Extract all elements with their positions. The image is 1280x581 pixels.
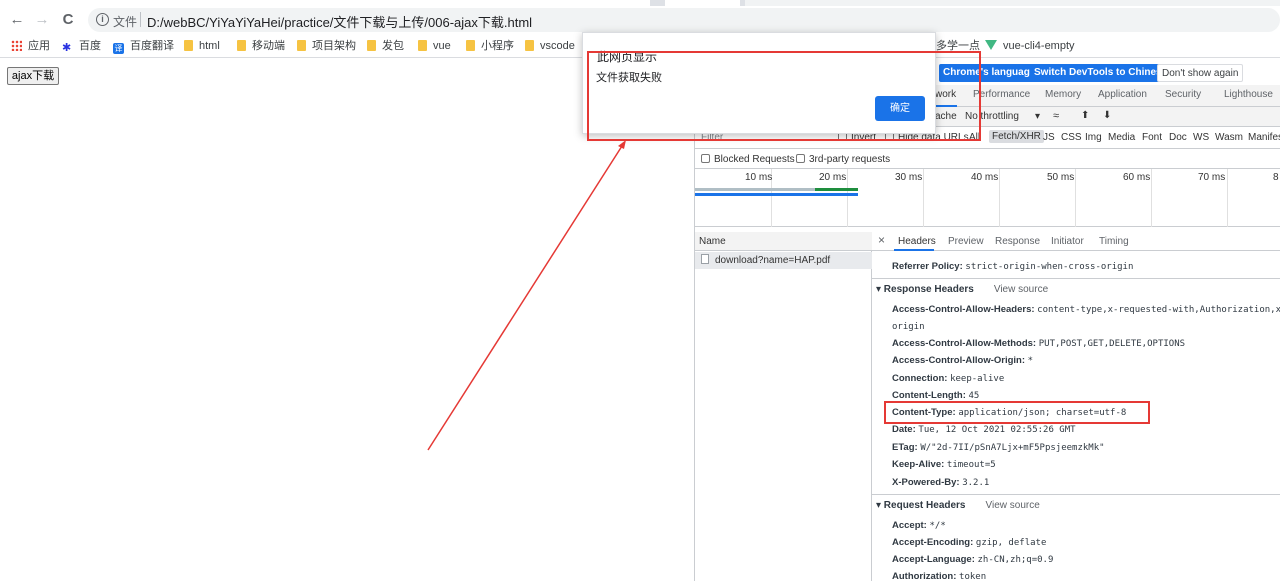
arrow-line [427,145,623,451]
arrow-head [618,140,626,149]
annotation-arrow [427,140,626,451]
